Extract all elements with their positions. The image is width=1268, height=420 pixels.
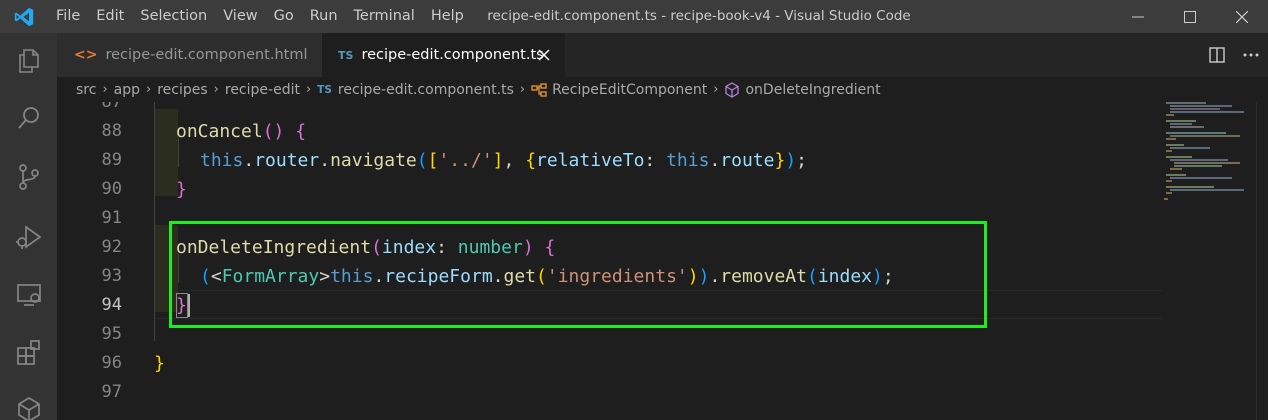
breadcrumb-item[interactable]: src <box>76 82 96 98</box>
menu-terminal[interactable]: Terminal <box>346 0 423 33</box>
chevron-right-icon: › <box>305 82 312 97</box>
code-line: 87 <box>57 102 1162 117</box>
menu-view[interactable]: View <box>215 0 265 33</box>
code-text: } <box>176 179 187 200</box>
tab-recipe-edit-ts[interactable]: TS recipe-edit.component.ts <box>322 33 565 77</box>
code-text: this.router.navigate(['../'], {relativeT… <box>200 150 808 171</box>
window-controls <box>1112 0 1268 33</box>
maximize-button[interactable] <box>1164 0 1216 33</box>
annotation-highlight-box <box>169 221 987 328</box>
line-number: 91 <box>101 208 122 228</box>
line-number: 95 <box>101 324 122 344</box>
search-icon[interactable] <box>0 94 57 142</box>
line-number: 89 <box>101 150 122 170</box>
method-symbol-icon <box>724 81 740 98</box>
code-line: 96 } <box>57 349 1162 378</box>
line-number: 88 <box>101 121 122 141</box>
chevron-right-icon: › <box>146 82 152 97</box>
breadcrumb-item[interactable]: recipes <box>157 82 207 98</box>
editor-actions <box>1200 33 1268 77</box>
breadcrumb-item[interactable]: app <box>114 82 140 98</box>
code-line: 88 onCancel() { <box>57 117 1162 146</box>
extensions-icon[interactable] <box>0 329 57 377</box>
menu-edit[interactable]: Edit <box>88 0 132 33</box>
code-line: 97 <box>57 378 1162 407</box>
breadcrumb-item[interactable]: recipe-edit <box>225 82 300 98</box>
ts-file-icon: TS <box>338 48 354 62</box>
close-window-button[interactable] <box>1216 0 1268 33</box>
tab-recipe-edit-html[interactable]: <> recipe-edit.component.html <box>57 33 322 77</box>
line-number: 92 <box>101 237 122 257</box>
minimize-button[interactable] <box>1112 0 1164 33</box>
breadcrumb-item[interactable]: RecipeEditComponent <box>552 82 707 98</box>
ts-file-icon: TS <box>317 83 332 96</box>
code-text: } <box>154 353 165 374</box>
menu-bar: File Edit Selection View Go Run Terminal… <box>48 0 472 33</box>
menu-go[interactable]: Go <box>266 0 302 33</box>
editor-tabs: <> recipe-edit.component.html TS recipe-… <box>57 33 1268 77</box>
remote-explorer-icon[interactable] <box>0 271 57 319</box>
minimize-icon <box>1132 16 1144 17</box>
line-number: 87 <box>101 102 122 112</box>
activity-bar <box>0 33 57 420</box>
chevron-right-icon: › <box>519 82 526 97</box>
html-file-icon: <> <box>74 47 98 63</box>
tab-label: recipe-edit.component.html <box>105 47 308 63</box>
ellipsis-icon <box>1243 53 1259 57</box>
code-editor[interactable]: 87 88 onCancel() { 89 this.router.naviga… <box>57 102 1268 420</box>
class-symbol-icon <box>531 82 547 98</box>
line-number: 96 <box>101 353 122 373</box>
chevron-right-icon: › <box>713 82 719 97</box>
split-editor-icon <box>1209 47 1225 63</box>
breadcrumb-item[interactable]: onDeleteIngredient <box>745 82 880 98</box>
menu-selection[interactable]: Selection <box>132 0 215 33</box>
line-number: 90 <box>101 179 122 199</box>
menu-help[interactable]: Help <box>423 0 472 33</box>
breadcrumb-item[interactable]: recipe-edit.component.ts <box>338 82 514 98</box>
code-line: 89 this.router.navigate(['../'], {relati… <box>57 146 1162 175</box>
explorer-icon[interactable] <box>0 37 57 85</box>
cube-icon[interactable] <box>0 385 57 420</box>
line-number: 93 <box>101 266 122 286</box>
title-bar: File Edit Selection View Go Run Terminal… <box>0 0 1268 33</box>
close-icon <box>538 49 550 61</box>
split-editor-button[interactable] <box>1200 33 1234 77</box>
maximize-icon <box>1184 10 1196 23</box>
source-control-icon[interactable] <box>0 153 57 201</box>
vscode-logo-icon <box>0 0 48 33</box>
menu-file[interactable]: File <box>48 0 88 33</box>
vertical-scrollbar[interactable] <box>1256 102 1268 420</box>
code-line: 90 } <box>57 175 1162 204</box>
line-number: 97 <box>101 382 122 402</box>
tab-close-button[interactable] <box>535 46 553 64</box>
line-number: 94 <box>101 295 122 315</box>
more-actions-button[interactable] <box>1234 33 1268 77</box>
code-text: onCancel() { <box>176 121 307 142</box>
tab-label: recipe-edit.component.ts <box>361 47 544 63</box>
breadcrumb: src › app › recipes › recipe-edit › TS r… <box>57 77 1268 102</box>
chevron-right-icon: › <box>213 82 219 97</box>
minimap[interactable] <box>1164 102 1256 420</box>
run-debug-icon[interactable] <box>0 213 57 261</box>
menu-run[interactable]: Run <box>302 0 346 33</box>
close-icon <box>1236 10 1248 23</box>
chevron-right-icon: › <box>102 82 108 97</box>
